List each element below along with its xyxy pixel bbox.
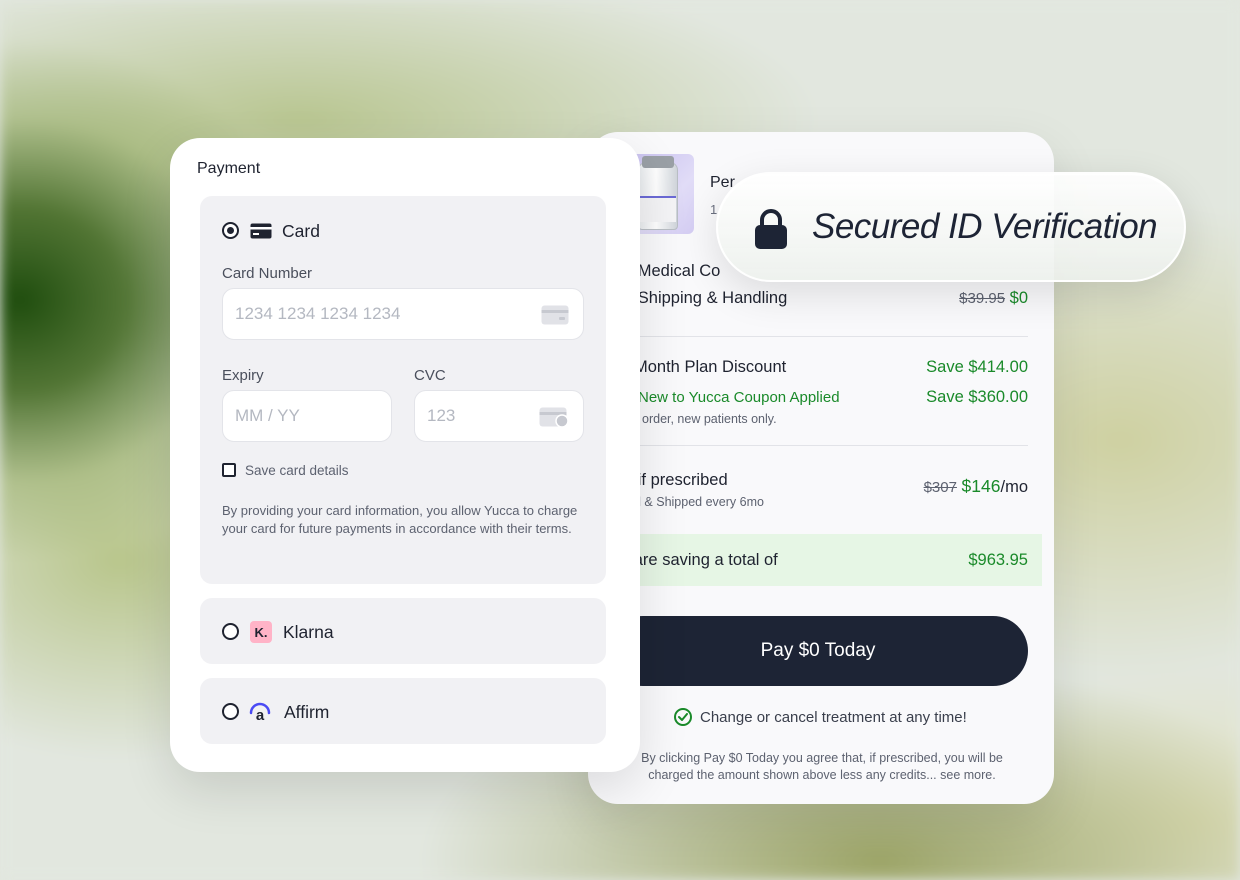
klarna-radio[interactable] (222, 623, 239, 640)
expiry-label: Expiry (222, 367, 264, 384)
cvc-input[interactable]: 123 (414, 390, 584, 442)
cvc-label: CVC (414, 367, 446, 384)
divider (588, 445, 1028, 446)
plan-discount-value: Save $414.00 (926, 358, 1028, 376)
cvc-card-icon (539, 407, 569, 428)
product-subtitle: 1 (710, 202, 718, 217)
klarna-method-panel[interactable]: K. Klarna (200, 598, 606, 664)
total-savings-value: $963.95 (968, 551, 1028, 569)
credit-card-icon (250, 223, 272, 239)
klarna-label: Klarna (283, 622, 334, 642)
plan-discount-label: Month Plan Discount (634, 358, 787, 376)
total-savings-label: u are saving a total of (620, 551, 778, 569)
coupon-value: Save $360.00 (926, 388, 1028, 406)
prescribed-price: $307 $146/mo (924, 476, 1028, 497)
affirm-method-panel[interactable]: a Affirm (200, 678, 606, 744)
affirm-label: Affirm (284, 702, 330, 722)
prescribed-old-price: $307 (923, 479, 957, 496)
card-number-label: Card Number (222, 265, 313, 282)
cvc-placeholder: 123 (427, 406, 456, 425)
save-card-checkbox[interactable] (222, 463, 236, 477)
card-label: Card (282, 221, 320, 241)
card-number-placeholder: 1234 1234 1234 1234 (235, 304, 401, 323)
card-terms-text: By providing your card information, you … (222, 503, 578, 536)
pay-button[interactable]: Pay $0 Today (608, 616, 1028, 686)
coupon-note: order, new patients only. (642, 412, 777, 426)
divider (588, 336, 1028, 337)
expiry-input[interactable]: MM / YY (222, 390, 392, 442)
secured-verification-text: Secured ID Verification (812, 207, 1158, 246)
prescribed-note: d & Shipped every 6mo (634, 495, 764, 509)
card-method-panel: Card Card Number 1234 1234 1234 1234 Exp… (200, 196, 606, 584)
shipping-new-price: $0 (1009, 289, 1028, 307)
payment-card: Payment Card Card Number 1234 1234 1234 … (170, 138, 640, 772)
total-savings-banner: u are saving a total of $963.95 (588, 534, 1042, 586)
cancel-note: Change or cancel treatment at any time! (674, 708, 967, 726)
affirm-logo-icon: a (248, 701, 272, 724)
prescribed-new-price: $146 (961, 476, 1001, 496)
prescribed-unit: /mo (1000, 478, 1028, 496)
affirm-radio[interactable] (222, 703, 239, 720)
klarna-logo-icon: K. (250, 621, 272, 643)
lock-icon (755, 209, 787, 249)
payment-title: Payment (197, 160, 261, 177)
cancel-text: Change or cancel treatment at any time! (700, 708, 967, 726)
coupon-label: New to Yucca Coupon Applied (638, 389, 840, 406)
expiry-placeholder: MM / YY (235, 406, 300, 425)
shipping-label: e Shipping & Handling (624, 289, 788, 307)
save-card-label: Save card details (245, 463, 349, 478)
card-icon (541, 305, 569, 325)
card-number-input[interactable]: 1234 1234 1234 1234 (222, 288, 584, 340)
shipping-old-price: $39.95 (959, 290, 1006, 307)
secured-verification-badge: Secured ID Verification (716, 172, 1186, 282)
card-radio[interactable] (222, 222, 239, 239)
legal-text: By clicking Pay $0 Today you agree that,… (641, 751, 1003, 782)
check-circle-icon (674, 708, 692, 726)
shipping-price: $39.95 $0 (959, 289, 1028, 308)
